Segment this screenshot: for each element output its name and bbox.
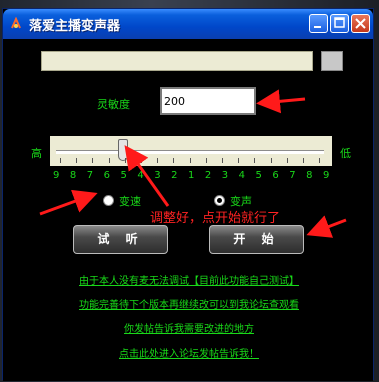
scale-number: 6 (103, 170, 110, 181)
scale-number: 6 (272, 170, 279, 181)
scale-number: 2 (171, 170, 178, 181)
scale-number: 8 (306, 170, 313, 181)
try-button[interactable]: 试 听 (73, 225, 168, 254)
start-button[interactable]: 开 始 (209, 225, 304, 254)
slider-tick (222, 158, 223, 163)
slider-tick (286, 158, 288, 163)
scale-number: 4 (137, 170, 144, 181)
sensitivity-input[interactable]: 200 (160, 87, 256, 115)
slider-high-label: 高 (31, 147, 42, 160)
slider-tick (303, 158, 304, 163)
scale-number: 7 (289, 170, 296, 181)
slider-tick (157, 158, 159, 163)
radio-speed[interactable] (103, 195, 114, 206)
scale-number: 2 (204, 170, 212, 181)
minimize-icon (314, 26, 321, 28)
scale-number: 1 (188, 170, 195, 181)
scale-number: 9 (53, 170, 60, 181)
browse-button[interactable] (321, 51, 343, 71)
slider-tick (173, 158, 175, 163)
slider-tick (205, 158, 207, 163)
link-line-3[interactable]: 你发帖告诉我需要改进的地方 (3, 320, 375, 335)
slider-tick (124, 158, 126, 163)
slider-tick (108, 158, 110, 163)
sensitivity-label: 灵敏度 (97, 98, 130, 111)
radio-voice[interactable] (214, 195, 225, 206)
maximize-icon (334, 17, 345, 28)
window-title: 落爱主播变声器 (29, 19, 121, 34)
scale-number: 5 (120, 170, 127, 181)
scale-number: 5 (255, 170, 262, 181)
slider-thumb[interactable] (118, 139, 128, 161)
slider-track (56, 150, 324, 154)
slider-tick (319, 158, 321, 163)
slider-tick (270, 158, 272, 163)
slider-tick (141, 158, 142, 163)
close-icon (355, 18, 366, 29)
scale-number: 9 (323, 170, 330, 181)
radio-speed-label: 变速 (119, 195, 141, 208)
annotation-text: 调整好，点开始就行了 (150, 211, 281, 226)
app-icon (11, 17, 21, 29)
title-bar[interactable]: 落爱主播变声器 (3, 9, 373, 39)
scale-number: 3 (154, 170, 161, 181)
pitch-slider[interactable] (50, 136, 332, 166)
link-line-4[interactable]: 点击此处进入论坛发帖告诉我！ (3, 345, 375, 360)
scale-number: 8 (69, 170, 77, 181)
link-line-1[interactable]: 由于本人没有麦无法调试【目前此功能自己测试】 (3, 272, 375, 287)
maximize-button[interactable] (330, 14, 349, 33)
path-field[interactable] (41, 51, 313, 71)
slider-tick (60, 158, 61, 163)
slider-tick (76, 158, 78, 163)
minimize-button[interactable] (309, 14, 328, 33)
slider-tick (92, 158, 94, 163)
slider-low-label: 低 (340, 147, 351, 160)
scale-number: 4 (238, 170, 245, 181)
slider-tick (254, 158, 256, 163)
scale-number: 3 (221, 170, 229, 181)
app-window: 落爱主播变声器 灵敏度 200 高 低 98765432123456789 变速… (2, 8, 375, 381)
link-line-2[interactable]: 功能完善待下个版本再继续改可以到我论坛查观看 (3, 296, 375, 311)
close-button[interactable] (351, 14, 370, 33)
slider-tick (238, 158, 240, 163)
scale-number: 7 (86, 170, 94, 181)
slider-tick (189, 158, 191, 163)
